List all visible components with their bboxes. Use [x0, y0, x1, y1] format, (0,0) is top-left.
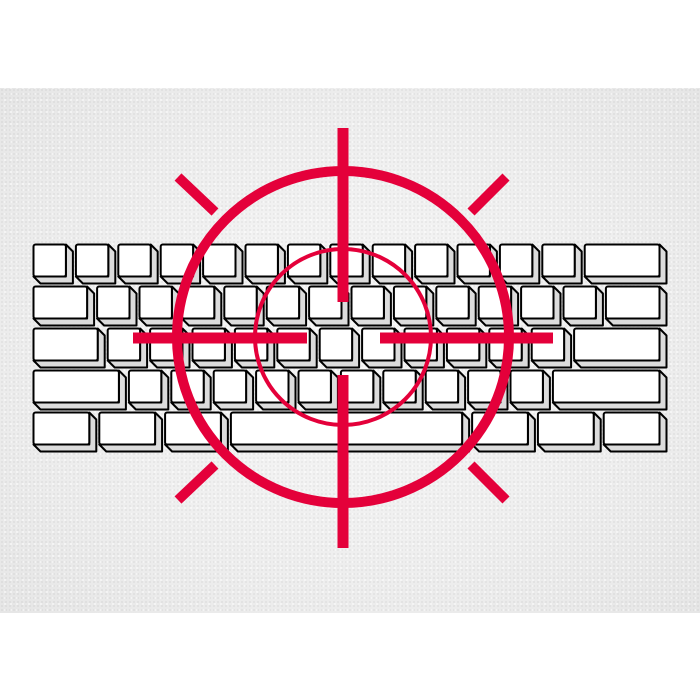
keyboard-key	[96, 285, 138, 327]
keyboard-key	[573, 327, 668, 369]
keyboard-key	[32, 243, 74, 285]
crosshair-tick-bottom-left	[174, 461, 219, 504]
crosshair-tick-top-left	[174, 173, 219, 216]
keyboard-key	[318, 327, 361, 369]
keyboard-key	[541, 243, 583, 285]
keyboard-key	[604, 285, 668, 327]
crosshair-tick-top-right	[467, 173, 510, 216]
keyboard-key	[435, 285, 477, 327]
keyboard-key	[414, 243, 456, 285]
keyboard-key	[32, 411, 98, 453]
keyboard-key	[498, 243, 541, 285]
keyboard-key	[32, 369, 127, 411]
keyboard-key	[32, 327, 106, 369]
keyboard-key	[520, 285, 562, 327]
keyboard-key	[562, 285, 604, 327]
keyboard-key	[74, 243, 117, 285]
keyboard-key	[583, 243, 668, 285]
keyboard-key	[32, 285, 96, 327]
keyboard-key	[350, 285, 392, 327]
keyboard-key	[117, 243, 159, 285]
keyboard-key	[265, 285, 308, 327]
keyboard-key	[202, 243, 244, 285]
keyboard-key	[229, 411, 471, 453]
keyboard-key	[424, 369, 467, 411]
crosshair-tick-bottom-right	[467, 461, 510, 504]
keyboard-target-illustration	[32, 128, 668, 548]
keyboard-key	[255, 369, 297, 411]
keyboard-key	[551, 369, 668, 411]
keyboard-key	[212, 369, 255, 411]
keyboard-key	[509, 369, 551, 411]
keyboard-key	[98, 411, 164, 453]
keyboard-key	[536, 411, 602, 453]
keyboard-icon	[32, 243, 668, 453]
keyboard-key	[602, 411, 668, 453]
keyboard-key	[127, 369, 170, 411]
illustration-canvas	[0, 0, 700, 700]
keyboard-key	[297, 369, 339, 411]
